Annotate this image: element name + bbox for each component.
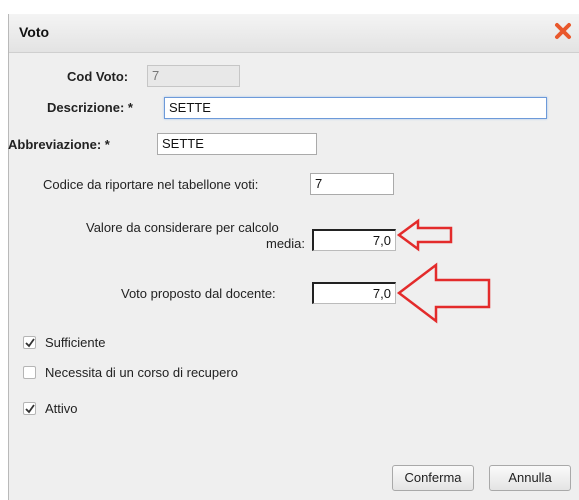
- valore-media-label-line1: Valore da considerare per calcolo: [86, 220, 279, 235]
- cod-voto-field: 7: [147, 65, 240, 87]
- corso-recupero-label: Necessita di un corso di recupero: [45, 365, 238, 380]
- voto-proposto-label: Voto proposto dal docente:: [121, 286, 276, 301]
- codice-tabellone-label: Codice da riportare nel tabellone voti:: [43, 177, 259, 192]
- sufficiente-checkbox[interactable]: [23, 336, 36, 349]
- descrizione-field[interactable]: SETTE: [164, 97, 547, 119]
- codice-tabellone-field[interactable]: 7: [310, 173, 394, 195]
- attivo-checkbox[interactable]: [23, 402, 36, 415]
- attivo-label: Attivo: [45, 401, 78, 416]
- valore-media-label-line2: media:: [266, 236, 306, 251]
- dialog-titlebar: Voto: [9, 14, 579, 53]
- arrow-left-icon: [396, 218, 453, 252]
- close-x-icon[interactable]: [552, 20, 574, 42]
- arrow-left-icon: [396, 262, 491, 324]
- conferma-button[interactable]: Conferma: [392, 465, 474, 491]
- voto-proposto-field[interactable]: 7,0: [312, 282, 396, 304]
- sufficiente-label: Sufficiente: [45, 335, 106, 350]
- voto-dialog: Voto Cod Voto: 7 Descrizione: * SETTE Ab…: [8, 14, 579, 500]
- cod-voto-label: Cod Voto:: [67, 69, 129, 84]
- valore-media-field[interactable]: 7,0: [312, 229, 396, 251]
- descrizione-label: Descrizione: *: [47, 100, 133, 115]
- abbreviazione-label: Abbreviazione: *: [8, 137, 110, 152]
- annulla-button[interactable]: Annulla: [489, 465, 571, 491]
- corso-recupero-checkbox[interactable]: [23, 366, 36, 379]
- dialog-title: Voto: [19, 24, 50, 40]
- abbreviazione-field[interactable]: SETTE: [157, 133, 317, 155]
